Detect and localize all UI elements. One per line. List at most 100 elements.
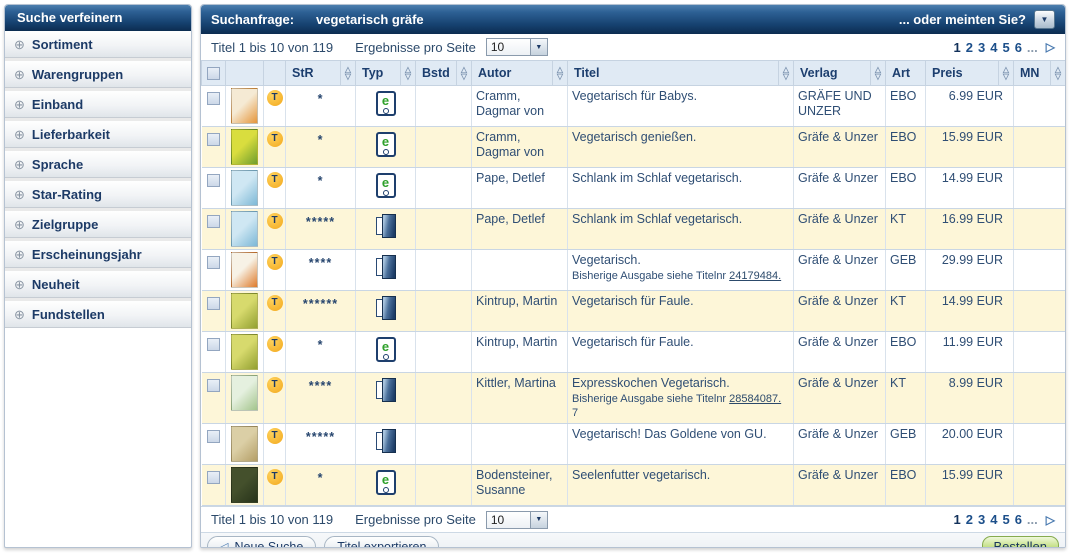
next-page-icon[interactable]: ▷ xyxy=(1046,40,1055,54)
did-you-mean-dropdown-button[interactable]: ▼ xyxy=(1034,10,1055,29)
per-page-value: 10 xyxy=(487,512,530,528)
sort-preis[interactable]: △▽ xyxy=(998,61,1013,85)
expand-plus-icon: ⊕ xyxy=(14,218,25,231)
ebook-icon: e xyxy=(376,470,396,495)
book-cover[interactable] xyxy=(231,88,258,124)
sort-titel[interactable]: △▽ xyxy=(778,61,793,85)
sort-verlag[interactable]: △▽ xyxy=(870,61,885,85)
sidebar-item-erscheinungsjahr[interactable]: ⊕ Erscheinungsjahr xyxy=(5,241,191,268)
next-page-icon[interactable]: ▷ xyxy=(1046,513,1055,527)
title-info-badge[interactable]: T xyxy=(267,90,283,106)
price-cell: 29.99 EUR xyxy=(926,250,1014,291)
sidebar-item-sprache[interactable]: ⊕ Sprache xyxy=(5,151,191,178)
previous-edition-link[interactable]: 28584087. xyxy=(729,393,781,405)
per-page-label: Ergebnisse pro Seite xyxy=(355,40,476,55)
sidebar-item-sortiment[interactable]: ⊕ Sortiment xyxy=(5,31,191,58)
book-icon xyxy=(376,296,396,320)
page-link-5[interactable]: 5 xyxy=(1002,512,1009,527)
page-link-4[interactable]: 4 xyxy=(990,40,997,55)
book-cover[interactable] xyxy=(231,375,258,411)
expand-plus-icon: ⊕ xyxy=(14,248,25,261)
title-info-badge[interactable]: T xyxy=(267,254,283,270)
page-link-3[interactable]: 3 xyxy=(978,512,985,527)
title-info-badge[interactable]: T xyxy=(267,213,283,229)
book-cover[interactable] xyxy=(231,252,258,288)
new-search-button[interactable]: ◁ Neue Suche xyxy=(207,536,316,548)
sidebar-item-warengruppen[interactable]: ⊕ Warengruppen xyxy=(5,61,191,88)
mn-cell xyxy=(1014,250,1066,291)
page-link-6[interactable]: 6 xyxy=(1015,40,1022,55)
row-checkbox[interactable] xyxy=(207,338,220,351)
dropdown-arrow-icon: ▼ xyxy=(1041,15,1049,24)
sort-str[interactable]: △▽ xyxy=(340,61,355,85)
select-all-checkbox[interactable] xyxy=(207,67,220,80)
publisher-cell: Gräfe & Unzer xyxy=(794,424,886,465)
row-checkbox[interactable] xyxy=(207,174,220,187)
sidebar-item-zielgruppe[interactable]: ⊕ Zielgruppe xyxy=(5,211,191,238)
order-button[interactable]: Bestellen xyxy=(982,536,1060,549)
page-link-6[interactable]: 6 xyxy=(1015,512,1022,527)
sort-autor[interactable]: △▽ xyxy=(552,61,567,85)
sort-bstd[interactable]: △▽ xyxy=(456,61,471,85)
table-row: T ***** e Pape, Detlef Schlank im Schlaf… xyxy=(202,209,1066,250)
row-checkbox[interactable] xyxy=(207,256,220,269)
sidebar-item-lieferbarkeit[interactable]: ⊕ Lieferbarkeit xyxy=(5,121,191,148)
format-cell: EBO xyxy=(886,127,926,168)
sidebar-item-fundstellen[interactable]: ⊕ Fundstellen xyxy=(5,301,191,328)
sidebar-item-label: Neuheit xyxy=(32,277,80,292)
title-info-badge[interactable]: T xyxy=(267,428,283,444)
title-cell: Vegetarisch genießen. xyxy=(568,127,794,168)
page-link-2[interactable]: 2 xyxy=(966,40,973,55)
title-info-badge[interactable]: T xyxy=(267,469,283,485)
title-info-badge[interactable]: T xyxy=(267,295,283,311)
stock-cell xyxy=(416,424,472,465)
sidebar-item-star-rating[interactable]: ⊕ Star-Rating xyxy=(5,181,191,208)
mn-cell xyxy=(1014,127,1066,168)
row-checkbox[interactable] xyxy=(207,297,220,310)
export-titles-button[interactable]: Titel exportieren xyxy=(324,536,439,548)
title-info-badge[interactable]: T xyxy=(267,131,283,147)
title-info-badge[interactable]: T xyxy=(267,377,283,393)
publisher-cell: Gräfe & Unzer xyxy=(794,332,886,373)
author-cell xyxy=(472,424,568,465)
star-rating: **** xyxy=(286,373,356,424)
per-page-select[interactable]: 10 ▼ xyxy=(486,38,548,56)
row-checkbox[interactable] xyxy=(207,379,220,392)
header-bstd: Bstd△▽ xyxy=(416,61,472,86)
row-checkbox[interactable] xyxy=(207,92,220,105)
book-title: Seelenfutter vegetarisch. xyxy=(572,468,789,483)
sort-mn[interactable]: △▽ xyxy=(1050,61,1065,85)
sort-down-icon: ▽ xyxy=(405,73,411,80)
header-typ: Typ△▽ xyxy=(356,61,416,86)
title-info-badge[interactable]: T xyxy=(267,172,283,188)
per-page-value: 10 xyxy=(487,39,530,55)
sidebar-item-einband[interactable]: ⊕ Einband xyxy=(5,91,191,118)
row-checkbox[interactable] xyxy=(207,133,220,146)
page-link-3[interactable]: 3 xyxy=(978,40,985,55)
page-link-4[interactable]: 4 xyxy=(990,512,997,527)
page-link-5[interactable]: 5 xyxy=(1002,40,1009,55)
row-checkbox[interactable] xyxy=(207,471,220,484)
title-cell: Vegetarisch. Bisherige Ausgabe siehe Tit… xyxy=(568,250,794,291)
header-str: StR△▽ xyxy=(286,61,356,86)
book-cover[interactable] xyxy=(231,129,258,165)
expand-plus-icon: ⊕ xyxy=(14,128,25,141)
page-link-2[interactable]: 2 xyxy=(966,512,973,527)
book-cover[interactable] xyxy=(231,170,258,206)
row-checkbox[interactable] xyxy=(207,430,220,443)
star-rating: ***** xyxy=(286,424,356,465)
format-cell: EBO xyxy=(886,465,926,506)
book-cover[interactable] xyxy=(231,467,258,503)
book-cover[interactable] xyxy=(231,211,258,247)
sort-typ[interactable]: △▽ xyxy=(400,61,415,85)
book-cover[interactable] xyxy=(231,334,258,370)
book-cover[interactable] xyxy=(231,293,258,329)
sidebar-item-neuheit[interactable]: ⊕ Neuheit xyxy=(5,271,191,298)
previous-edition-link[interactable]: 24179484. xyxy=(729,270,781,282)
per-page-select[interactable]: 10 ▼ xyxy=(486,511,548,529)
format-cell: GEB xyxy=(886,424,926,465)
row-checkbox[interactable] xyxy=(207,215,220,228)
book-cover[interactable] xyxy=(231,426,258,462)
title-info-badge[interactable]: T xyxy=(267,336,283,352)
star-rating: * xyxy=(286,332,356,373)
